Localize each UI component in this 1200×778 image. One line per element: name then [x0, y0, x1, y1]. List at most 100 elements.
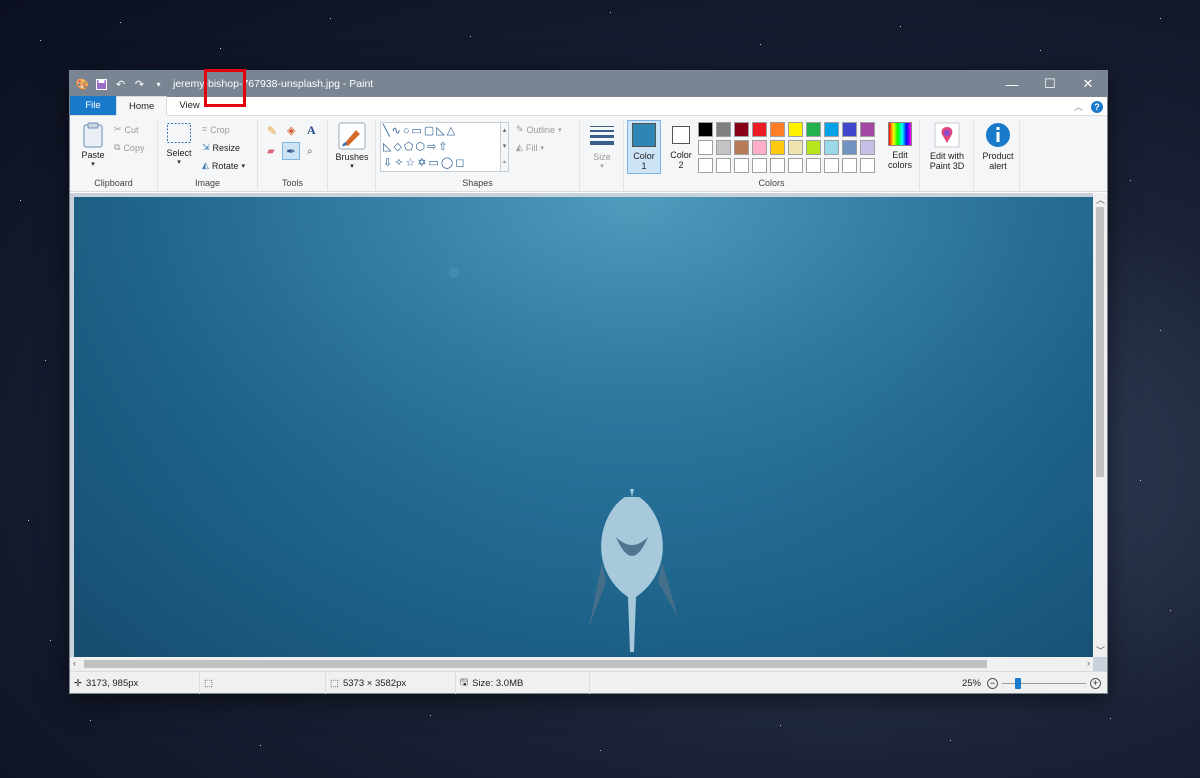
select-rectangle-icon — [167, 123, 191, 143]
edit-colors-button[interactable]: Edit colors — [882, 122, 918, 170]
palette-swatch[interactable] — [734, 158, 749, 173]
palette-swatch[interactable] — [716, 140, 731, 155]
palette-swatch[interactable] — [752, 140, 767, 155]
palette-swatch[interactable] — [698, 122, 713, 137]
customize-icon[interactable]: ▾ — [152, 78, 165, 91]
color-picker-tool[interactable]: ✒ — [282, 142, 300, 160]
image-size-icon: ⬚ — [330, 677, 339, 689]
size-button[interactable]: Size ▾ — [586, 124, 618, 172]
fill-icon: ◭ — [516, 142, 523, 152]
close-button[interactable]: ✕ — [1069, 71, 1107, 97]
palette-swatch[interactable] — [824, 158, 839, 173]
shapes-scroll[interactable]: ▴ ▾ ⩡ — [500, 122, 509, 172]
edit-with-paint3d-button[interactable]: Edit with Paint 3D — [922, 122, 972, 171]
palette-swatch[interactable] — [788, 140, 803, 155]
image-dimensions: ⬚ 5373 × 3582px — [326, 672, 456, 694]
palette-swatch[interactable] — [770, 122, 785, 137]
horizontal-scrollbar[interactable]: ‹ › — [70, 657, 1093, 671]
palette-swatch[interactable] — [698, 158, 713, 173]
info-icon — [986, 123, 1010, 147]
scroll-left-icon[interactable]: ‹ — [73, 658, 76, 668]
palette-swatch[interactable] — [842, 158, 857, 173]
pencil-tool[interactable]: ✎ — [267, 124, 277, 138]
status-bar: ✛ 3173, 985px ⬚ ⬚ 5373 × 3582px 🖫 Size: … — [70, 671, 1107, 694]
palette-swatch[interactable] — [716, 122, 731, 137]
fill-button[interactable]: ◭ Fill ▾ — [516, 142, 544, 153]
palette-swatch[interactable] — [842, 122, 857, 137]
image-canvas[interactable] — [74, 197, 1093, 657]
minimize-button[interactable]: — — [993, 71, 1031, 97]
vertical-scrollbar[interactable]: ︿ ﹀ — [1093, 193, 1107, 657]
vertical-scroll-thumb[interactable] — [1096, 207, 1104, 477]
collapse-ribbon-icon[interactable]: ︿ — [1074, 100, 1083, 113]
cut-button[interactable]: ✂ Cut — [114, 124, 139, 135]
palette-swatch[interactable] — [806, 140, 821, 155]
magnifier-tool[interactable]: ⌕ — [307, 146, 313, 157]
zoom-slider-thumb[interactable] — [1015, 677, 1021, 689]
text-tool[interactable]: A — [307, 123, 316, 138]
crop-icon: ⌗ — [202, 124, 208, 134]
resize-button[interactable]: ⇲ Resize — [202, 142, 240, 153]
palette-swatch[interactable] — [806, 158, 821, 173]
palette-swatch[interactable] — [716, 158, 731, 173]
selection-icon: ⬚ — [204, 677, 213, 689]
color2-button[interactable]: Color 2 — [664, 120, 698, 174]
text-icon: A — [307, 123, 316, 137]
palette-swatch[interactable] — [770, 140, 785, 155]
select-button[interactable]: Select ▾ — [164, 122, 194, 168]
palette-swatch[interactable] — [842, 140, 857, 155]
palette-swatch[interactable] — [734, 122, 749, 137]
palette-swatch[interactable] — [770, 158, 785, 173]
copy-icon: ⧉ — [114, 142, 121, 152]
rotate-button[interactable]: ◭ Rotate ▾ — [202, 160, 245, 171]
image-group: Select ▾ ⌗ Crop ⇲ Resize ◭ Rotate ▾ Image — [158, 120, 258, 190]
crop-button[interactable]: ⌗ Crop — [202, 124, 230, 135]
pencil-icon: ✎ — [267, 124, 278, 138]
palette-swatch[interactable] — [806, 122, 821, 137]
paint-app-icon[interactable]: 🎨 — [76, 78, 90, 91]
rainbow-icon — [888, 122, 912, 146]
color1-button[interactable]: Color 1 — [627, 120, 661, 174]
product-alert-button[interactable]: Product alert — [976, 122, 1020, 171]
copy-button[interactable]: ⧉ Copy — [114, 142, 144, 153]
tab-home[interactable]: Home — [116, 96, 168, 116]
clipboard-icon — [83, 122, 103, 148]
zoom-out-icon[interactable]: − — [987, 677, 998, 689]
outline-button[interactable]: ✎ Outline ▾ — [516, 124, 562, 135]
palette-swatch[interactable] — [860, 158, 875, 173]
zoom-slider[interactable] — [1002, 677, 1086, 689]
maximize-button[interactable]: ☐ — [1031, 71, 1069, 97]
palette-swatch[interactable] — [734, 140, 749, 155]
paint-bucket-icon: ◈ — [287, 125, 296, 137]
scissors-icon: ✂ — [114, 124, 122, 134]
fill-tool[interactable]: ◈ — [287, 124, 295, 137]
zoom-control: 25% − + — [962, 672, 1101, 694]
product-alert-group: Product alert — [974, 120, 1020, 190]
save-icon[interactable] — [95, 78, 108, 91]
help-icon[interactable]: ? — [1091, 100, 1103, 113]
horizontal-scroll-thumb[interactable] — [84, 660, 987, 668]
scroll-up-icon[interactable]: ︿ — [1096, 193, 1105, 206]
redo-icon[interactable]: ↷ — [133, 78, 146, 91]
palette-swatch[interactable] — [824, 122, 839, 137]
undo-icon[interactable]: ↶ — [114, 78, 127, 91]
scroll-right-icon[interactable]: › — [1087, 658, 1090, 668]
shapes-gallery[interactable]: ╲∿○▭▢◺△ ◺◇⬠⬡⇨⇧ ⇩✧☆✡▭◯◻ — [380, 122, 506, 172]
palette-swatch[interactable] — [788, 158, 803, 173]
palette-swatch[interactable] — [824, 140, 839, 155]
line-size-icon — [590, 126, 614, 145]
selection-size: ⬚ — [200, 672, 326, 694]
outline-icon: ✎ — [516, 124, 524, 134]
tab-file[interactable]: File — [70, 96, 116, 115]
palette-swatch[interactable] — [860, 122, 875, 137]
palette-swatch[interactable] — [698, 140, 713, 155]
palette-swatch[interactable] — [752, 158, 767, 173]
scroll-down-icon[interactable]: ﹀ — [1096, 644, 1105, 657]
palette-swatch[interactable] — [752, 122, 767, 137]
brushes-button[interactable]: Brushes ▾ — [333, 122, 371, 172]
palette-swatch[interactable] — [788, 122, 803, 137]
palette-swatch[interactable] — [860, 140, 875, 155]
eraser-tool[interactable]: ▰ — [267, 146, 275, 157]
paste-button[interactable]: Paste ▾ — [78, 122, 108, 170]
zoom-in-icon[interactable]: + — [1090, 677, 1101, 689]
